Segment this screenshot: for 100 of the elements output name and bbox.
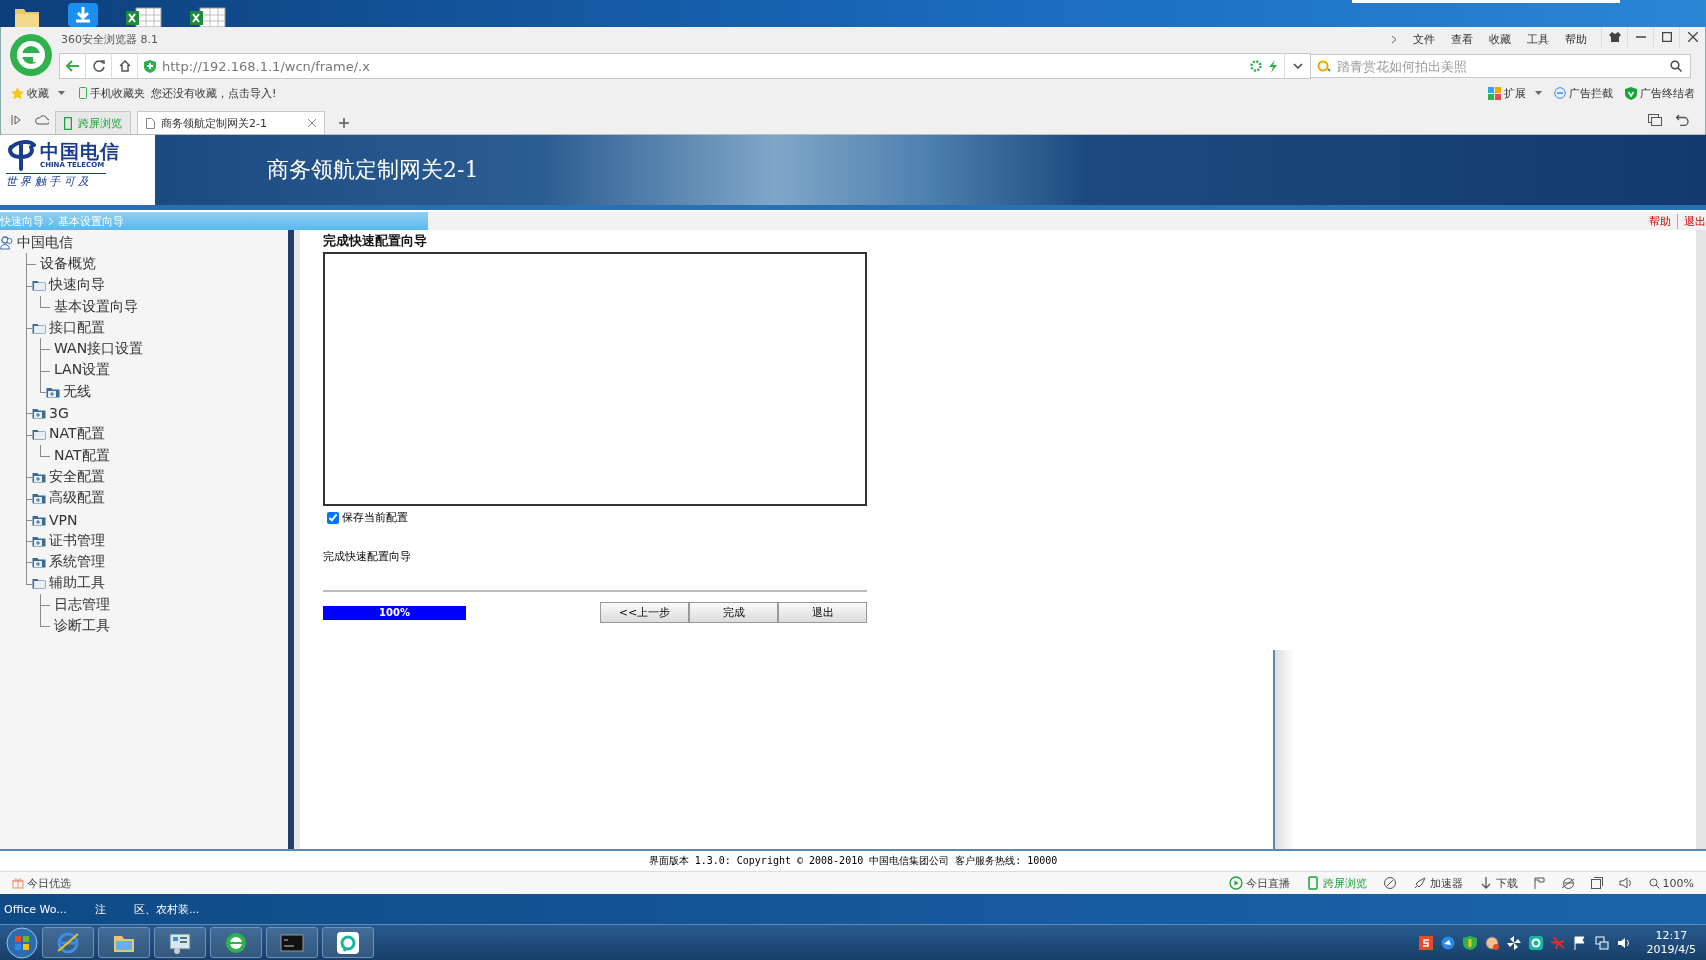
search-engine-icon xyxy=(1317,60,1331,72)
cloud-icon[interactable] xyxy=(35,115,49,125)
extensions-menu[interactable]: 扩展 xyxy=(1504,85,1526,101)
taskbar-app-button[interactable] xyxy=(210,927,262,958)
folder-icon[interactable] xyxy=(32,279,46,292)
header-link[interactable]: 退出 xyxy=(1684,213,1706,229)
telecom-logo-icon xyxy=(6,139,36,171)
taskbar-app-button[interactable] xyxy=(266,927,318,958)
tree-item[interactable]: 接口配置 xyxy=(49,318,105,337)
swirl-icon[interactable] xyxy=(1382,876,1397,890)
tree-item[interactable]: 无线 xyxy=(63,382,91,401)
zoom-icon xyxy=(1648,877,1660,889)
tree-item[interactable]: WAN接口设置 xyxy=(54,340,144,359)
pinwheel-icon[interactable] xyxy=(1506,935,1521,950)
desktop-icon-label[interactable]: 区、农村装... xyxy=(133,901,200,917)
folder-plus-icon[interactable] xyxy=(32,492,46,505)
tree-item[interactable]: 证书管理 xyxy=(49,531,105,550)
folder-icon[interactable] xyxy=(32,577,46,590)
chat-icon xyxy=(336,930,360,955)
tree-item[interactable]: 设备概览 xyxy=(40,254,96,273)
menu-item[interactable]: 工具 xyxy=(1527,32,1549,47)
folder-plus-icon[interactable] xyxy=(46,385,60,398)
header-link[interactable]: 帮助 xyxy=(1649,213,1671,229)
folder-icon[interactable] xyxy=(32,428,46,441)
tree-item[interactable]: LAN设置 xyxy=(54,361,111,380)
lightning-icon[interactable] xyxy=(1268,59,1278,73)
status-link[interactable]: 下载 xyxy=(1495,875,1518,891)
phone-icon xyxy=(64,116,72,130)
status-message: 完成快速配置向导 xyxy=(323,549,412,564)
tree-item[interactable]: 高级配置 xyxy=(49,489,105,508)
folder-plus-icon[interactable] xyxy=(32,556,46,569)
menu-item[interactable]: 查看 xyxy=(1451,32,1473,47)
spinner-icon[interactable] xyxy=(1250,60,1262,72)
taskbar-app-button[interactable] xyxy=(98,927,150,958)
spreadsheet-icon[interactable] xyxy=(190,7,226,27)
search-icon[interactable] xyxy=(1670,60,1682,72)
tree-item[interactable]: 日志管理 xyxy=(54,595,110,614)
menu-item[interactable]: 收藏 xyxy=(1489,32,1511,47)
input-method-icon[interactable] xyxy=(1418,935,1433,950)
start-button-icon[interactable] xyxy=(6,926,38,959)
tree-item[interactable]: NAT配置 xyxy=(54,446,110,465)
adblock-button[interactable]: 广告拦截 xyxy=(1569,85,1613,101)
browser-icon xyxy=(56,930,80,955)
search-field[interactable]: 踏青赏花如何拍出美照 xyxy=(1335,57,1666,75)
chat-icon[interactable] xyxy=(1528,935,1543,950)
wizard-button[interactable]: <<上一步 xyxy=(600,602,689,623)
mobile-favorites-link[interactable]: 手机收藏夹 xyxy=(90,85,145,101)
windows-icon[interactable] xyxy=(1648,114,1662,126)
spreadsheet-icon[interactable] xyxy=(126,7,162,27)
download-icon[interactable] xyxy=(68,3,98,27)
status-link[interactable]: 加速器 xyxy=(1429,875,1463,891)
folder-plus-icon[interactable] xyxy=(32,407,46,419)
star-icon xyxy=(11,86,24,100)
save-config-checkbox[interactable] xyxy=(327,511,339,524)
speaker-icon[interactable] xyxy=(1618,877,1633,889)
tree-item[interactable]: VPN xyxy=(49,511,78,528)
tree-item[interactable]: NAT配置 xyxy=(49,425,105,444)
folder-plus-icon[interactable] xyxy=(32,513,46,526)
window-icon[interactable] xyxy=(1590,877,1603,889)
wizard-button[interactable]: 退出 xyxy=(778,602,867,623)
zoom-level[interactable]: 100% xyxy=(1662,876,1694,890)
wizard-button[interactable]: 完成 xyxy=(689,602,778,623)
ad-terminator-button[interactable]: 广告终结者 xyxy=(1640,85,1695,101)
tree-item[interactable]: 快速向导 xyxy=(49,276,105,295)
clock-time[interactable]: 12:17 xyxy=(1655,928,1688,943)
sidebar-toggle-icon[interactable] xyxy=(11,115,21,125)
favorites-menu[interactable]: 收藏 xyxy=(27,85,49,101)
tree-item[interactable]: 辅助工具 xyxy=(49,574,105,593)
tree-item[interactable]: 安全配置 xyxy=(49,467,105,486)
tree-item[interactable]: 3G xyxy=(49,405,69,421)
search-box[interactable]: 踏青赏花如何拍出美照 xyxy=(1311,54,1691,78)
tree-item[interactable]: 诊断工具 xyxy=(54,617,110,635)
logo-slogan: 世 界 触 手 可 及 xyxy=(6,173,106,189)
clock-date[interactable]: 2019/4/5 xyxy=(1646,942,1696,957)
desktop-icon-label[interactable]: 注 xyxy=(94,901,106,917)
taskbar-app-button[interactable] xyxy=(42,927,94,958)
tree-item[interactable]: 基本设置向导 xyxy=(54,297,138,316)
shield-icon[interactable] xyxy=(1462,935,1477,950)
taskbar-app-button[interactable] xyxy=(322,927,374,958)
status-link[interactable]: 今日直播 xyxy=(1245,875,1290,891)
logo-text: 中国电信 xyxy=(40,140,120,161)
network-icon[interactable] xyxy=(1594,935,1609,950)
speaker-icon[interactable] xyxy=(1616,935,1631,950)
desktop-icon-label[interactable]: Office Wo... xyxy=(4,902,67,916)
tree-item[interactable]: 系统管理 xyxy=(49,553,105,572)
folder-icon[interactable] xyxy=(32,321,46,334)
browser-tab[interactable]: 商务领航定制网关2-1 xyxy=(137,111,325,134)
taskbar-app-button[interactable] xyxy=(154,927,206,958)
folder-plus-icon[interactable] xyxy=(32,470,46,483)
menu-item[interactable]: 帮助 xyxy=(1565,32,1587,47)
caret-icon[interactable] xyxy=(1535,91,1542,95)
chevron-right-icon[interactable] xyxy=(1391,35,1397,44)
menu-item[interactable]: 文件 xyxy=(1413,32,1435,47)
status-link[interactable]: 今日优选 xyxy=(27,875,71,891)
undo-icon[interactable] xyxy=(1676,114,1689,126)
folder-plus-icon[interactable] xyxy=(32,534,46,547)
close-icon[interactable] xyxy=(308,119,316,127)
flag-icon[interactable] xyxy=(1572,935,1587,950)
tree-item[interactable]: 中国电信 xyxy=(17,233,73,252)
caret-icon[interactable] xyxy=(58,91,65,95)
